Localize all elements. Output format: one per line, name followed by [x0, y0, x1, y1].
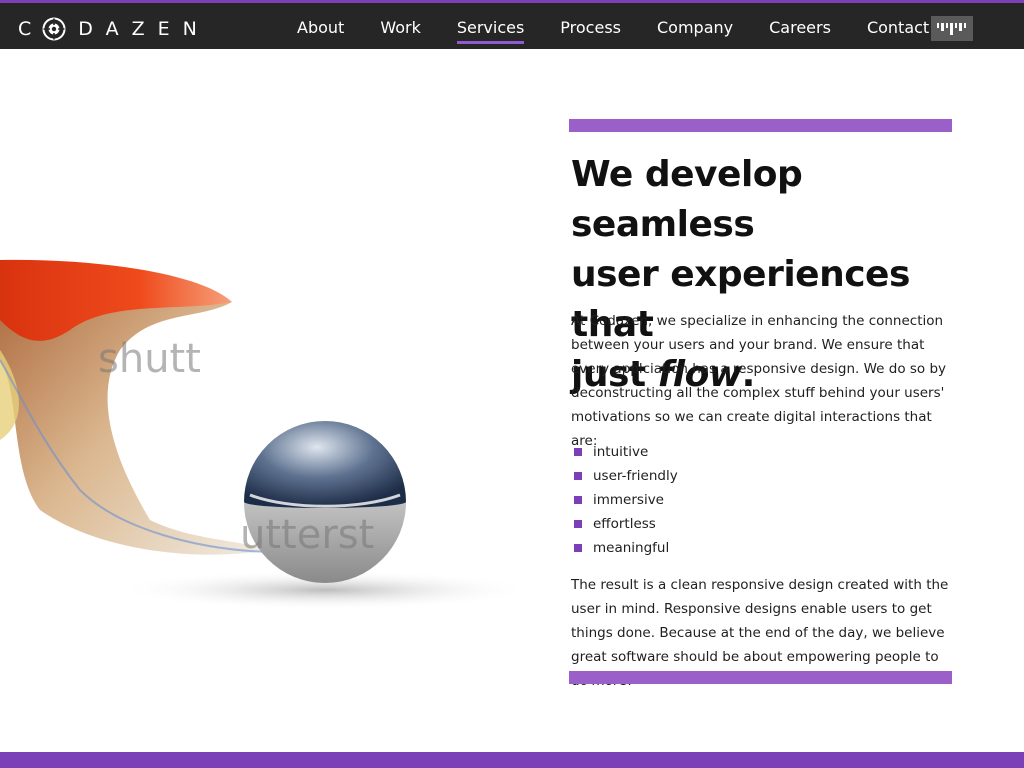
- bullet-square-icon: [574, 496, 582, 504]
- nav-careers[interactable]: Careers: [769, 18, 831, 37]
- nav-work[interactable]: Work: [380, 18, 421, 37]
- watermark-text-1: shutt: [98, 336, 201, 382]
- list-item: user-friendly: [574, 464, 678, 488]
- nav-about[interactable]: About: [297, 18, 344, 37]
- bullet-square-icon: [574, 472, 582, 480]
- bullet-square-icon: [574, 448, 582, 456]
- bullet-square-icon: [574, 544, 582, 552]
- main-nav: About Work Services Process Company Care…: [297, 6, 965, 49]
- bullet-square-icon: [574, 520, 582, 528]
- accent-bar-top: [569, 119, 952, 132]
- footer-accent-bar: [0, 752, 1024, 768]
- list-item-label: immersive: [593, 492, 664, 508]
- logo-word: DAZEN: [78, 18, 210, 40]
- nav-process[interactable]: Process: [560, 18, 621, 37]
- accent-bar-bottom: [569, 671, 952, 684]
- watermark-text-2: utterst: [240, 512, 374, 558]
- list-item: meaningful: [574, 536, 678, 560]
- barcode-icon[interactable]: [931, 16, 973, 41]
- headline-line-1: We develop seamless: [571, 154, 803, 245]
- codazen-logo[interactable]: C DAZEN: [18, 17, 210, 41]
- benefit-list: intuitive user-friendly immersive effort…: [574, 440, 678, 560]
- list-item: intuitive: [574, 440, 678, 464]
- barcode-glyph-icon: [937, 22, 966, 35]
- logo-mark-icon: [42, 17, 66, 41]
- nav-company[interactable]: Company: [657, 18, 733, 37]
- list-item: effortless: [574, 512, 678, 536]
- list-item-label: intuitive: [593, 444, 649, 460]
- list-item-label: user-friendly: [593, 468, 678, 484]
- list-item: immersive: [574, 488, 678, 512]
- list-item-label: effortless: [593, 516, 656, 532]
- top-navigation-bar: C DAZEN About Work Services Process Comp…: [0, 0, 1024, 49]
- list-item-label: meaningful: [593, 540, 670, 556]
- nav-services[interactable]: Services: [456, 18, 525, 44]
- intro-paragraph: At Codazen, we specialize in enhancing t…: [571, 313, 947, 449]
- logo-letter-c: C: [18, 18, 45, 40]
- hero-swirl-sphere-illustration: shutt utterst: [0, 259, 535, 610]
- nav-contact[interactable]: Contact: [867, 18, 929, 37]
